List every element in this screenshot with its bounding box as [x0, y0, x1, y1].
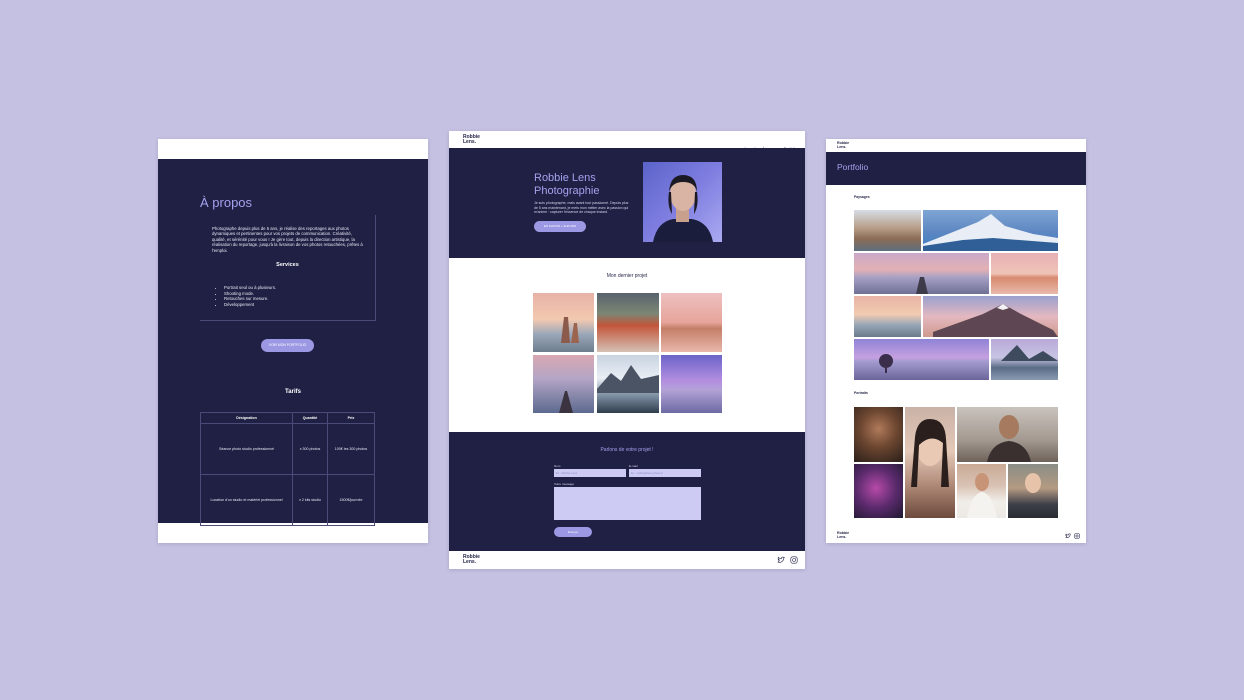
portrait-photo[interactable]: [854, 407, 903, 462]
list-item: Retouches sur mesure.: [224, 296, 276, 302]
email-label: E-mail: [629, 464, 638, 468]
landscape-photo[interactable]: [923, 210, 1058, 251]
project-photo[interactable]: [597, 293, 659, 352]
hero-section: Robbie Lens Photographie Je suis photogr…: [449, 148, 805, 258]
table-row: Location d'un studio et matériel profess…: [199, 474, 376, 526]
table-cell: Séance photo studio professionnel: [199, 423, 294, 475]
twitter-icon[interactable]: [777, 556, 785, 564]
portfolio-header-band: Portfolio: [826, 152, 1086, 185]
list-item: Portrait seul ou à plusieurs.: [224, 285, 276, 291]
about-me-button[interactable]: EN SAVOIR + SUR MOI: [534, 221, 586, 232]
project-photo[interactable]: [533, 293, 594, 352]
list-item: Développement: [224, 302, 276, 308]
services-title: Services: [276, 262, 299, 268]
portrait-photo[interactable]: [854, 464, 903, 518]
footer-logo[interactable]: Robbie Lens.: [463, 555, 480, 565]
portrait-photo[interactable]: [1008, 464, 1058, 518]
table-cell: x 300 photos: [292, 423, 328, 475]
table-cell: 1500€/journée: [326, 474, 376, 526]
about-title: À propos: [200, 195, 253, 210]
send-button[interactable]: Envoyer: [554, 527, 592, 537]
table-cell: Location d'un studio et matériel profess…: [199, 474, 294, 526]
about-intro-text: Photographe depuis plus de 5 ans, je réa…: [212, 226, 363, 253]
section-title-portraits: Portraits: [854, 391, 868, 395]
message-label: Votre message: [554, 482, 575, 486]
project-photo[interactable]: [661, 355, 722, 413]
instagram-icon[interactable]: [1074, 533, 1080, 539]
project-photo[interactable]: [533, 355, 594, 413]
logo-line: Lens.: [837, 534, 847, 539]
section-title-landscapes: Paysages: [854, 195, 870, 199]
landscape-photo[interactable]: [991, 339, 1058, 380]
about-panel: À propos Photographe depuis plus de 5 an…: [158, 159, 428, 526]
contact-section: Parlons de votre projet ! Nom Ex : Robbi…: [449, 432, 805, 551]
contact-title: Parlons de votre projet !: [600, 447, 654, 453]
landscape-photo[interactable]: [854, 339, 989, 380]
name-input[interactable]: Ex : Robbie Lens: [554, 469, 626, 477]
project-title: Mon dernier projet: [606, 273, 648, 279]
portrait-photo[interactable]: [957, 407, 1058, 462]
footer: Robbie Lens.: [449, 551, 805, 569]
tarifs-title: Tarifs: [285, 389, 301, 395]
hero-portrait-image: [643, 162, 722, 242]
logo-line: Lens.: [837, 144, 847, 149]
about-intro-box: Photographe depuis plus de 5 ans, je réa…: [200, 215, 376, 321]
home-page: Robbie Lens. AccueilÀ proposPortfolio Ro…: [449, 131, 805, 569]
portrait-photo[interactable]: [957, 464, 1006, 518]
about-page: À propos Photographe depuis plus de 5 an…: [158, 139, 428, 543]
landscape-photo[interactable]: [854, 210, 921, 251]
logo-line: Lens.: [463, 559, 477, 565]
pricing-table: Désignation Quantité Prix Séance photo s…: [199, 412, 376, 526]
twitter-icon[interactable]: [1065, 533, 1071, 539]
table-cell: 100€ les 300 photos: [326, 423, 376, 475]
message-textarea[interactable]: [554, 487, 701, 520]
project-photo[interactable]: [661, 293, 722, 352]
table-header: Prix: [326, 412, 376, 424]
landscape-photo[interactable]: [854, 253, 989, 294]
table-header: Désignation: [199, 412, 294, 424]
logo-line: Lens.: [463, 139, 477, 145]
email-input[interactable]: Ex : robbie@lens-photo.fr: [629, 469, 701, 477]
logo[interactable]: Robbie Lens.: [837, 141, 849, 150]
portfolio-page: Robbie Lens. AccueilÀ proposPortfolio Po…: [826, 139, 1086, 543]
table-header: Quantité: [292, 412, 328, 424]
table-cell: x 2 kits studio: [292, 474, 328, 526]
hero-text: Je suis photographe, mais avant tout pas…: [534, 201, 629, 215]
landscape-photo[interactable]: [854, 296, 921, 337]
project-photo[interactable]: [597, 355, 659, 413]
landscape-photo[interactable]: [923, 296, 1058, 337]
table-row: Séance photo studio professionnel x 300 …: [199, 423, 376, 475]
landscape-photo[interactable]: [991, 253, 1058, 294]
instagram-icon[interactable]: [790, 556, 798, 564]
services-list: Portrait seul ou à plusieurs. Shooting m…: [218, 285, 276, 307]
name-label: Nom: [554, 464, 561, 468]
footer-logo[interactable]: Robbie Lens.: [837, 531, 849, 540]
hero-title: Robbie Lens Photographie: [534, 172, 600, 197]
logo[interactable]: Robbie Lens.: [463, 135, 480, 145]
portfolio-button[interactable]: VOIR MON PORTFOLIO: [261, 339, 314, 352]
portrait-photo[interactable]: [905, 407, 955, 518]
portfolio-title: Portfolio: [837, 162, 869, 172]
